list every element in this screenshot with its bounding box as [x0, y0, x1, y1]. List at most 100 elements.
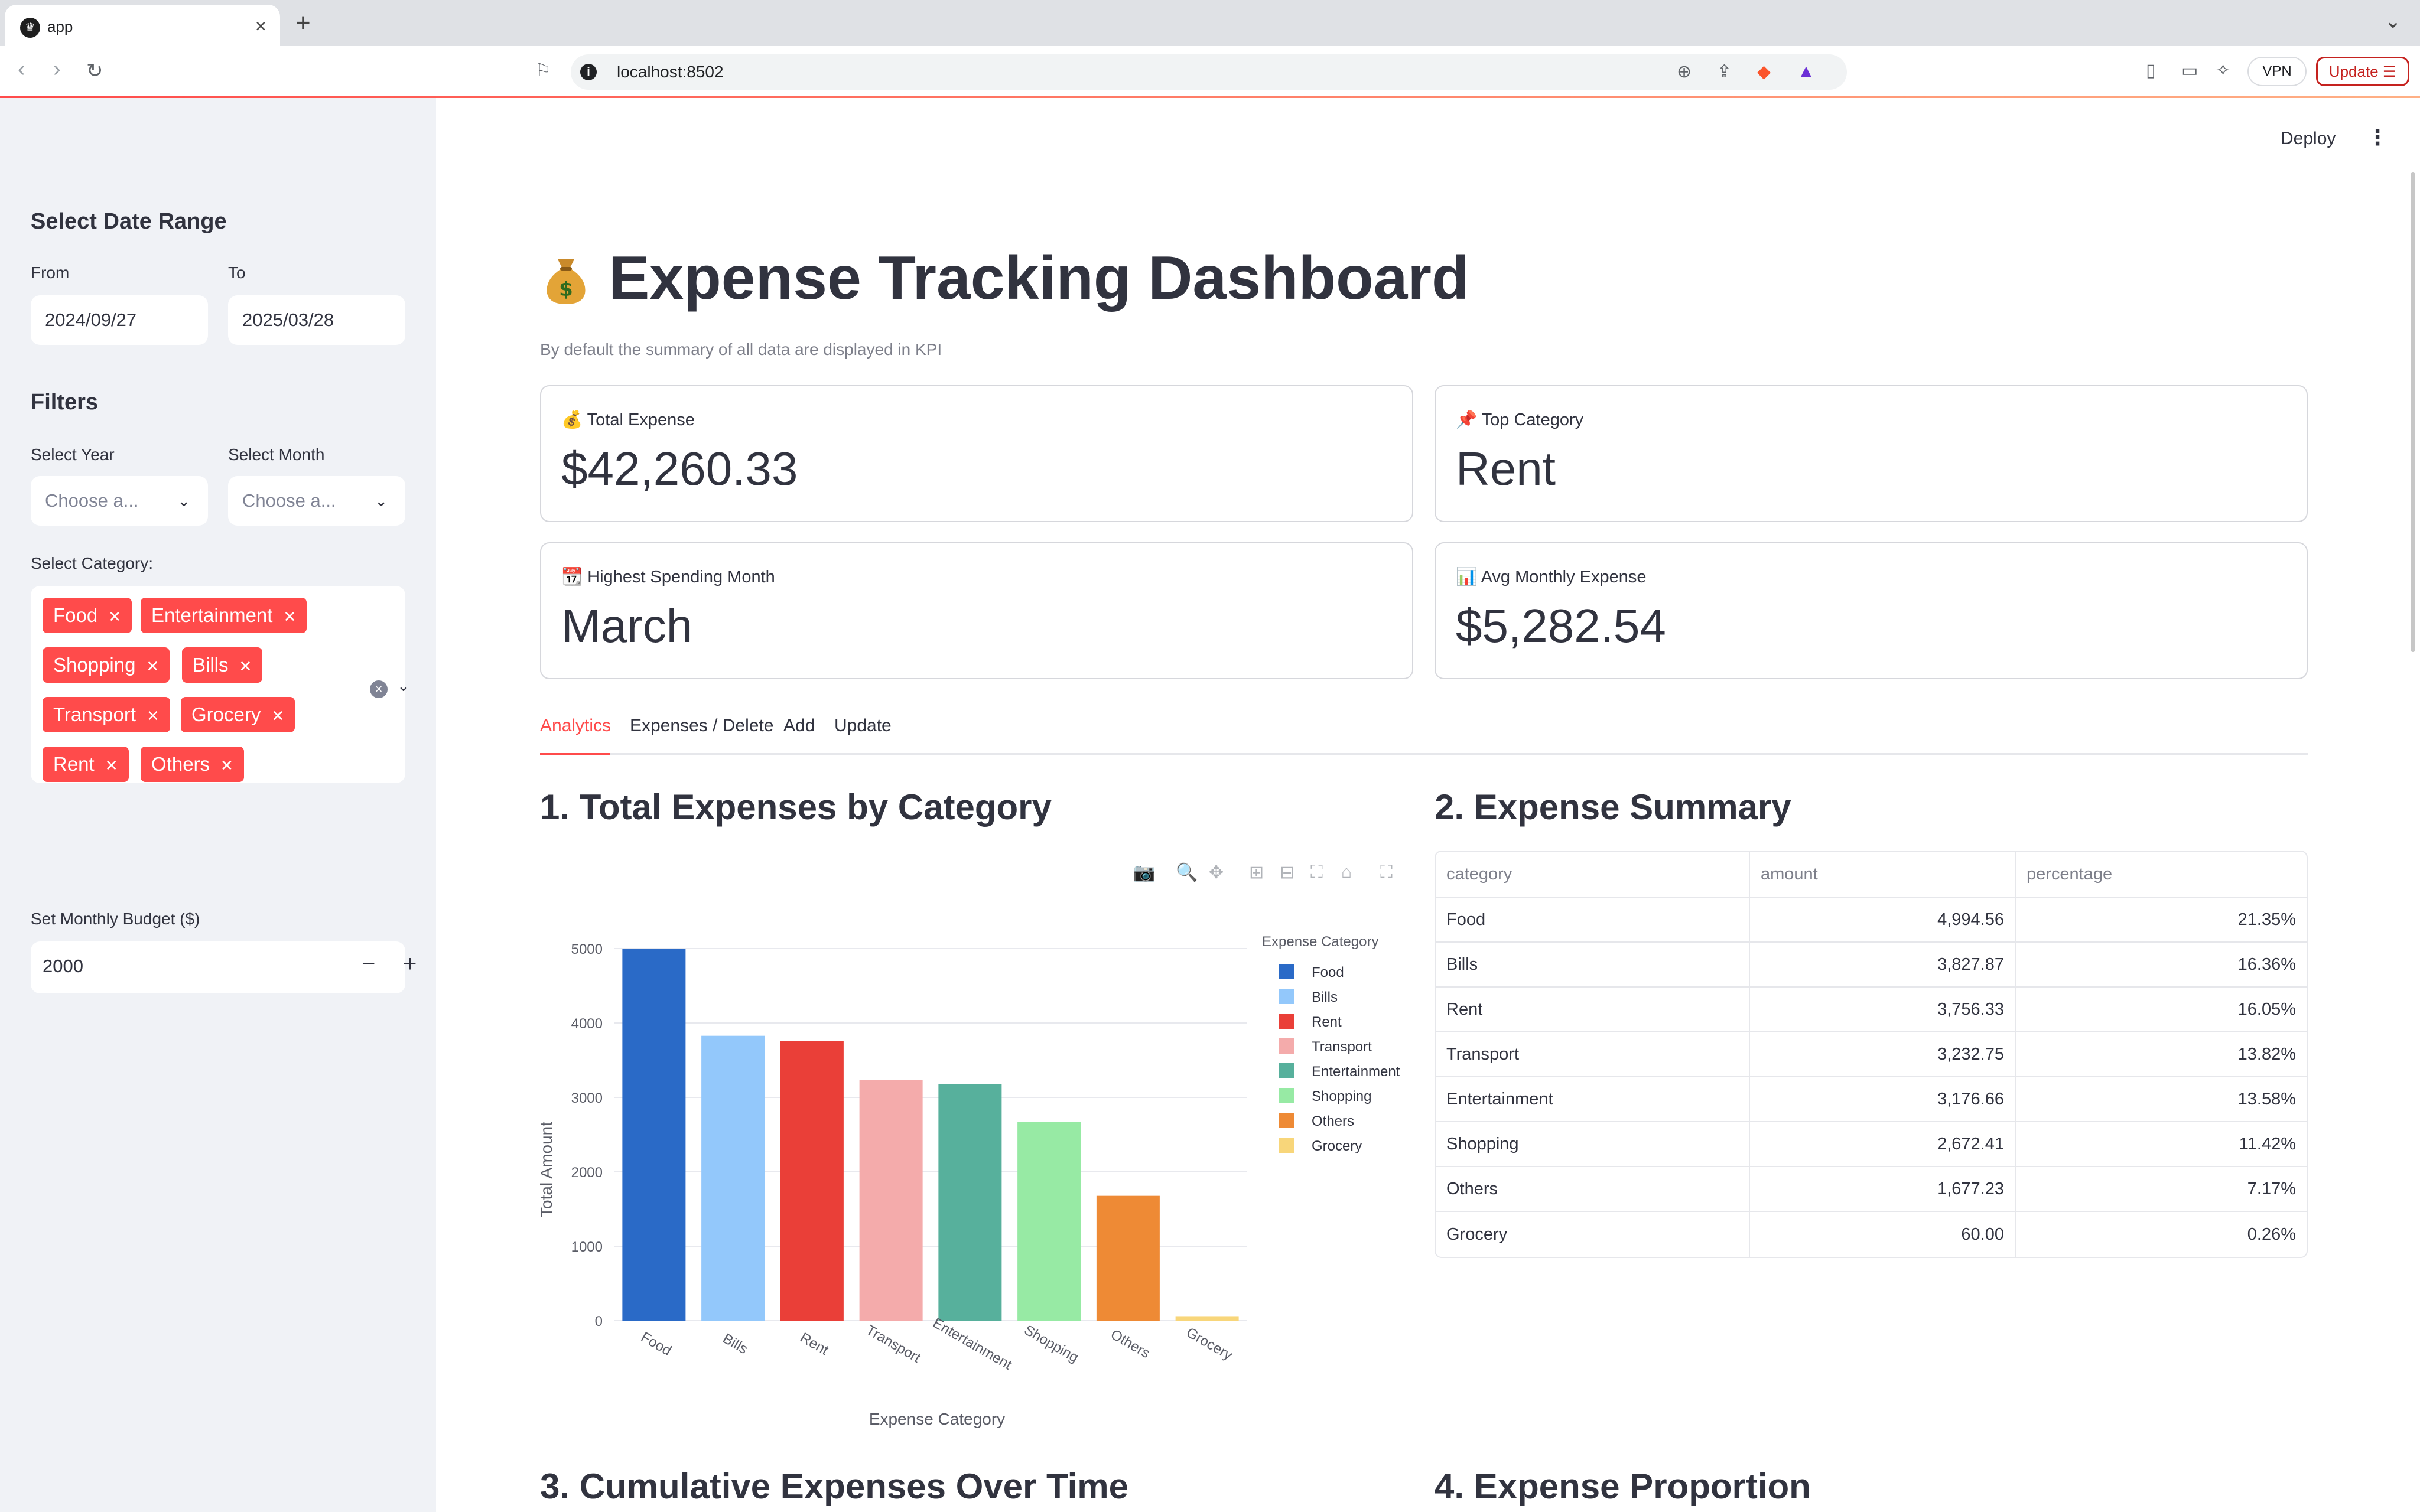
column-header[interactable]: amount	[1749, 852, 2015, 898]
percentage-cell[interactable]: 16.36%	[2015, 943, 2307, 988]
category-cell[interactable]: Rent	[1436, 988, 1749, 1032]
tab-expenses-delete[interactable]: Expenses / Delete	[630, 716, 773, 736]
legend-item-label[interactable]: Others	[1312, 1113, 1354, 1129]
month-select[interactable]: Choose a... ⌄	[228, 476, 405, 526]
browser-tab[interactable]: ♛ app ×	[5, 5, 280, 46]
percentage-cell[interactable]: 11.42%	[2015, 1122, 2307, 1167]
category-cell[interactable]: Others	[1436, 1167, 1749, 1212]
increment-icon[interactable]: +	[403, 951, 417, 977]
legend-item-label[interactable]: Grocery	[1312, 1138, 1362, 1154]
bar-bills[interactable]	[701, 1035, 765, 1321]
legend-swatch[interactable]	[1279, 1014, 1294, 1029]
legend-item-label[interactable]: Transport	[1312, 1039, 1372, 1055]
new-tab-icon[interactable]: +	[295, 8, 311, 38]
budget-value[interactable]: 2000	[43, 956, 83, 977]
category-chip[interactable]: Shopping ✕	[43, 647, 170, 683]
legend-item-label[interactable]: Entertainment	[1312, 1064, 1400, 1080]
percentage-cell[interactable]: 7.17%	[2015, 1167, 2307, 1212]
close-tab-icon[interactable]: ×	[255, 15, 266, 37]
remove-chip-icon[interactable]: ✕	[108, 608, 121, 625]
tab-update[interactable]: Update	[834, 716, 892, 736]
bar-transport[interactable]	[859, 1080, 923, 1321]
remove-chip-icon[interactable]: ✕	[271, 707, 284, 725]
bar-food[interactable]	[622, 949, 686, 1321]
site-info-icon[interactable]: i	[580, 64, 597, 80]
vpn-button[interactable]: VPN	[2247, 57, 2307, 86]
legend-item-label[interactable]: Bills	[1312, 989, 1338, 1005]
zoom-icon[interactable]: 🔍	[1176, 862, 1198, 883]
browser-update-button[interactable]: Update ☰	[2316, 57, 2409, 86]
percentage-cell[interactable]: 16.05%	[2015, 988, 2307, 1032]
main-menu-icon[interactable]: ⋮	[2367, 125, 2388, 150]
remove-chip-icon[interactable]: ✕	[283, 608, 296, 625]
amount-cell[interactable]: 3,756.33	[1749, 988, 2015, 1032]
category-cell[interactable]: Bills	[1436, 943, 1749, 988]
remove-chip-icon[interactable]: ✕	[147, 707, 160, 725]
forward-icon[interactable]: ›	[53, 57, 61, 82]
category-chip[interactable]: Transport ✕	[43, 697, 170, 732]
remove-chip-icon[interactable]: ✕	[105, 757, 118, 774]
pan-icon[interactable]: ✥	[1209, 862, 1224, 883]
clear-all-icon[interactable]: ×	[370, 680, 388, 698]
legend-item-label[interactable]: Shopping	[1312, 1089, 1371, 1104]
bar-entertainment[interactable]	[938, 1084, 1002, 1321]
tab-analytics[interactable]: Analytics	[540, 716, 611, 736]
amount-cell[interactable]: 3,176.66	[1749, 1077, 2015, 1122]
decrement-icon[interactable]: −	[362, 951, 375, 977]
sidebar-toggle-icon[interactable]: ▯	[2146, 60, 2156, 81]
category-cell[interactable]: Food	[1436, 898, 1749, 943]
budget-number-input[interactable]: 2000 − +	[31, 941, 417, 993]
category-cell[interactable]: Entertainment	[1436, 1077, 1749, 1122]
legend-item-label[interactable]: Rent	[1312, 1014, 1342, 1030]
bar-others[interactable]	[1096, 1195, 1160, 1321]
share-icon[interactable]: ⇪	[1717, 61, 1732, 82]
category-multiselect[interactable]: Food ✕ Entertainment ✕ Shopping ✕ Bills ✕ Tr…	[31, 586, 410, 783]
category-cell[interactable]: Shopping	[1436, 1122, 1749, 1167]
reload-icon[interactable]: ↻	[86, 59, 103, 83]
to-date-input[interactable]: 2025/03/28	[228, 295, 405, 345]
back-icon[interactable]: ‹	[18, 57, 25, 82]
bar-shopping[interactable]	[1017, 1122, 1081, 1321]
category-chip[interactable]: Rent ✕	[43, 747, 129, 782]
category-chip[interactable]: Entertainment ✕	[141, 598, 307, 633]
percentage-cell[interactable]: 13.58%	[2015, 1077, 2307, 1122]
leo-ai-icon[interactable]: ✧	[2216, 60, 2230, 81]
zoom-icon[interactable]: ⊕	[1677, 61, 1692, 82]
amount-cell[interactable]: 2,672.41	[1749, 1122, 2015, 1167]
category-cell[interactable]: Transport	[1436, 1032, 1749, 1077]
category-chip[interactable]: Bills ✕	[182, 647, 263, 683]
bar-rent[interactable]	[780, 1041, 844, 1321]
category-chip[interactable]: Food ✕	[43, 598, 132, 633]
zoom-in-icon[interactable]: ⊞	[1249, 862, 1264, 883]
percentage-cell[interactable]: 0.26%	[2015, 1212, 2307, 1257]
category-chip[interactable]: Others ✕	[141, 747, 244, 782]
remove-chip-icon[interactable]: ✕	[146, 657, 159, 675]
deploy-button[interactable]: Deploy	[2281, 129, 2336, 149]
amount-cell[interactable]: 3,827.87	[1749, 943, 2015, 988]
legend-swatch[interactable]	[1279, 989, 1294, 1004]
zoom-out-icon[interactable]: ⊟	[1280, 862, 1294, 883]
column-header[interactable]: category	[1436, 852, 1749, 898]
tab-search-chevron-icon[interactable]: ⌄	[2385, 9, 2402, 33]
scrollbar[interactable]	[2411, 172, 2415, 652]
column-header[interactable]: percentage	[2015, 852, 2307, 898]
remove-chip-icon[interactable]: ✕	[239, 657, 252, 675]
legend-swatch[interactable]	[1279, 1088, 1294, 1103]
autoscale-icon[interactable]: ⛶	[1310, 862, 1323, 882]
legend-swatch[interactable]	[1279, 1138, 1294, 1153]
brave-rewards-icon[interactable]: ▲	[1797, 61, 1815, 82]
amount-cell[interactable]: 4,994.56	[1749, 898, 2015, 943]
tab-add[interactable]: Add	[783, 716, 815, 736]
fullscreen-icon[interactable]: ⛶	[1380, 862, 1393, 882]
legend-swatch[interactable]	[1279, 1063, 1294, 1078]
legend-swatch[interactable]	[1279, 1113, 1294, 1128]
address-bar[interactable]: i localhost:8502 ⊕ ⇪ ◆ ▲	[571, 54, 1847, 90]
legend-swatch[interactable]	[1279, 1038, 1294, 1054]
amount-cell[interactable]: 3,232.75	[1749, 1032, 2015, 1077]
reset-axes-icon[interactable]: ⌂	[1341, 862, 1352, 882]
amount-cell[interactable]: 1,677.23	[1749, 1167, 2015, 1212]
camera-icon[interactable]: 📷	[1133, 862, 1155, 883]
chevron-down-icon[interactable]: ⌄	[397, 677, 410, 695]
from-date-input[interactable]: 2024/09/27	[31, 295, 208, 345]
remove-chip-icon[interactable]: ✕	[220, 757, 233, 774]
